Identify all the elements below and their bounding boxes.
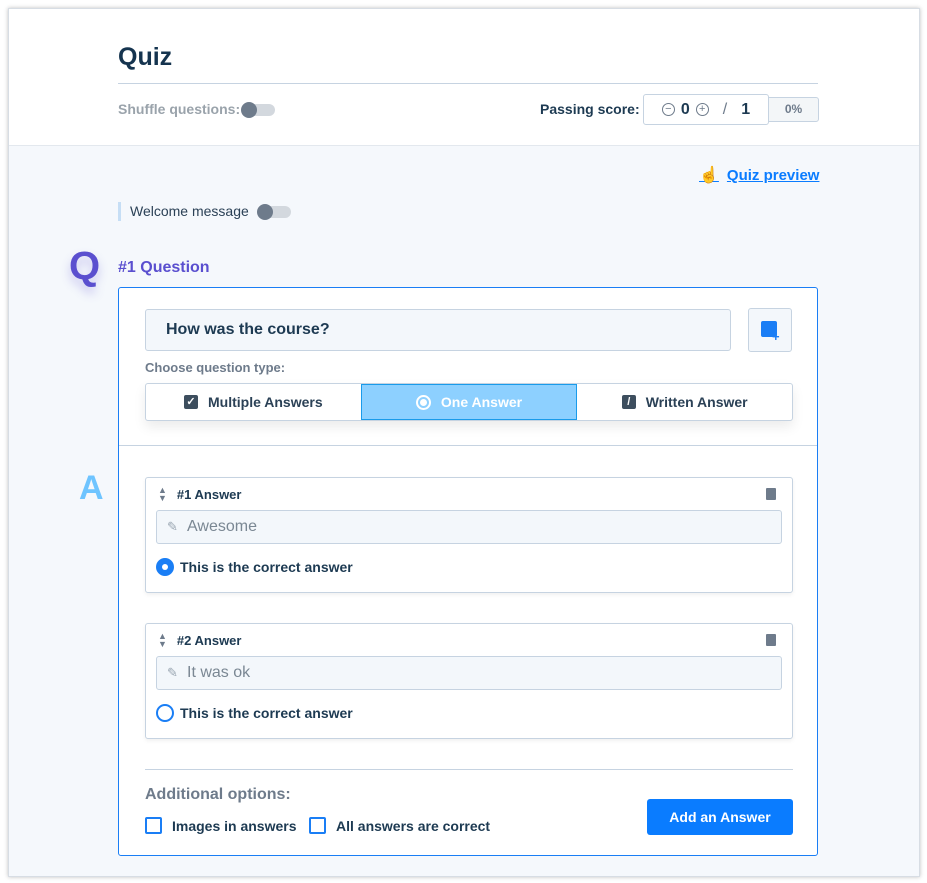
welcome-toggle[interactable] — [257, 204, 291, 220]
question-badge: Q — [69, 244, 101, 288]
pencil-icon: ✎ — [167, 665, 178, 680]
checkbox-label: Images in answers — [172, 817, 297, 834]
type-label-text: Written Answer — [645, 394, 748, 410]
increment-icon[interactable]: + — [695, 103, 709, 116]
divider — [145, 769, 793, 770]
add-answer-button[interactable]: Add an Answer — [647, 799, 793, 835]
question-input[interactable]: How was the course? — [145, 309, 731, 351]
correct-label: This is the correct answer — [180, 559, 353, 575]
radio-unchecked-icon — [156, 704, 174, 722]
type-written-answer[interactable]: / Written Answer — [577, 384, 792, 420]
trash-icon[interactable] — [766, 634, 776, 646]
score-percent: 0% — [768, 97, 819, 122]
correct-answer-radio[interactable]: This is the correct answer — [156, 558, 353, 576]
quiz-header: Quiz Shuffle questions: Passing score: −… — [9, 9, 919, 146]
plus-icon: + — [772, 329, 780, 344]
radio-checked-icon — [156, 558, 174, 576]
decrement-icon[interactable]: − — [661, 103, 675, 116]
divider — [118, 83, 818, 84]
answer-heading: #2 Answer — [176, 632, 242, 648]
welcome-bar — [118, 202, 121, 221]
type-label: Choose question type: — [145, 360, 286, 375]
checkbox-label: All answers are correct — [336, 817, 491, 834]
question-card: How was the course? + Choose question ty… — [118, 287, 818, 856]
correct-answer-radio[interactable]: This is the correct answer — [156, 704, 353, 722]
edit-icon: / — [621, 395, 636, 409]
quiz-preview-link[interactable]: ☝ Quiz preview — [699, 165, 819, 185]
answer-item: ▲ ▼ #1 Answer ✎ Awesome This is the correct… — [145, 477, 793, 593]
score-total: 1 — [741, 100, 751, 118]
answer-input[interactable]: ✎ It was ok — [156, 656, 782, 690]
all-correct-checkbox[interactable]: All answers are correct — [309, 817, 490, 834]
passing-score-label: Passing score: — [540, 101, 640, 117]
answer-text: Awesome — [187, 518, 257, 535]
type-multiple-answers[interactable]: ✓ Multiple Answers — [146, 384, 361, 420]
question-type-selector: ✓ Multiple Answers One Answer / Written An… — [145, 383, 793, 421]
answer-input[interactable]: ✎ Awesome — [156, 510, 782, 544]
answers-badge: A — [79, 469, 104, 507]
correct-label: This is the correct answer — [180, 705, 353, 721]
pencil-icon: ✎ — [167, 519, 178, 534]
tap-icon: ☝ — [699, 167, 719, 184]
type-label-text: Multiple Answers — [208, 394, 323, 410]
answer-item: ▲ ▼ #2 Answer ✎ It was ok This is the corre… — [145, 623, 793, 739]
welcome-label: Welcome message — [130, 203, 249, 219]
options-heading: Additional options: — [145, 786, 291, 803]
checkbox-icon: ✓ — [184, 395, 199, 409]
shuffle-toggle[interactable] — [241, 102, 275, 118]
divider — [119, 445, 817, 446]
answer-heading: #1 Answer — [176, 486, 242, 502]
trash-icon[interactable] — [766, 488, 776, 500]
checkbox-icon — [145, 817, 162, 834]
quiz-editor: Quiz Shuffle questions: Passing score: −… — [8, 8, 920, 877]
score-value[interactable]: 0 — [681, 101, 690, 119]
reorder-icon[interactable]: ▲ ▼ — [158, 632, 167, 649]
shuffle-label: Shuffle questions: — [118, 101, 241, 117]
answer-text: It was ok — [187, 664, 251, 681]
quiz-preview-label: Quiz preview — [726, 166, 820, 184]
checkbox-icon — [309, 817, 326, 834]
images-in-answers-checkbox[interactable]: Images in answers — [145, 817, 297, 834]
radio-icon — [415, 394, 431, 410]
question-heading: #1 Question — [118, 259, 210, 276]
type-one-answer[interactable]: One Answer — [360, 384, 578, 420]
add-image-button[interactable]: + — [748, 308, 792, 352]
type-label-text: One Answer — [440, 394, 523, 410]
page-title: Quiz — [118, 43, 173, 71]
score-separator: / — [722, 100, 728, 118]
reorder-icon[interactable]: ▲ ▼ — [158, 486, 167, 503]
passing-score-stepper: − 0 + / 1 — [643, 94, 769, 125]
